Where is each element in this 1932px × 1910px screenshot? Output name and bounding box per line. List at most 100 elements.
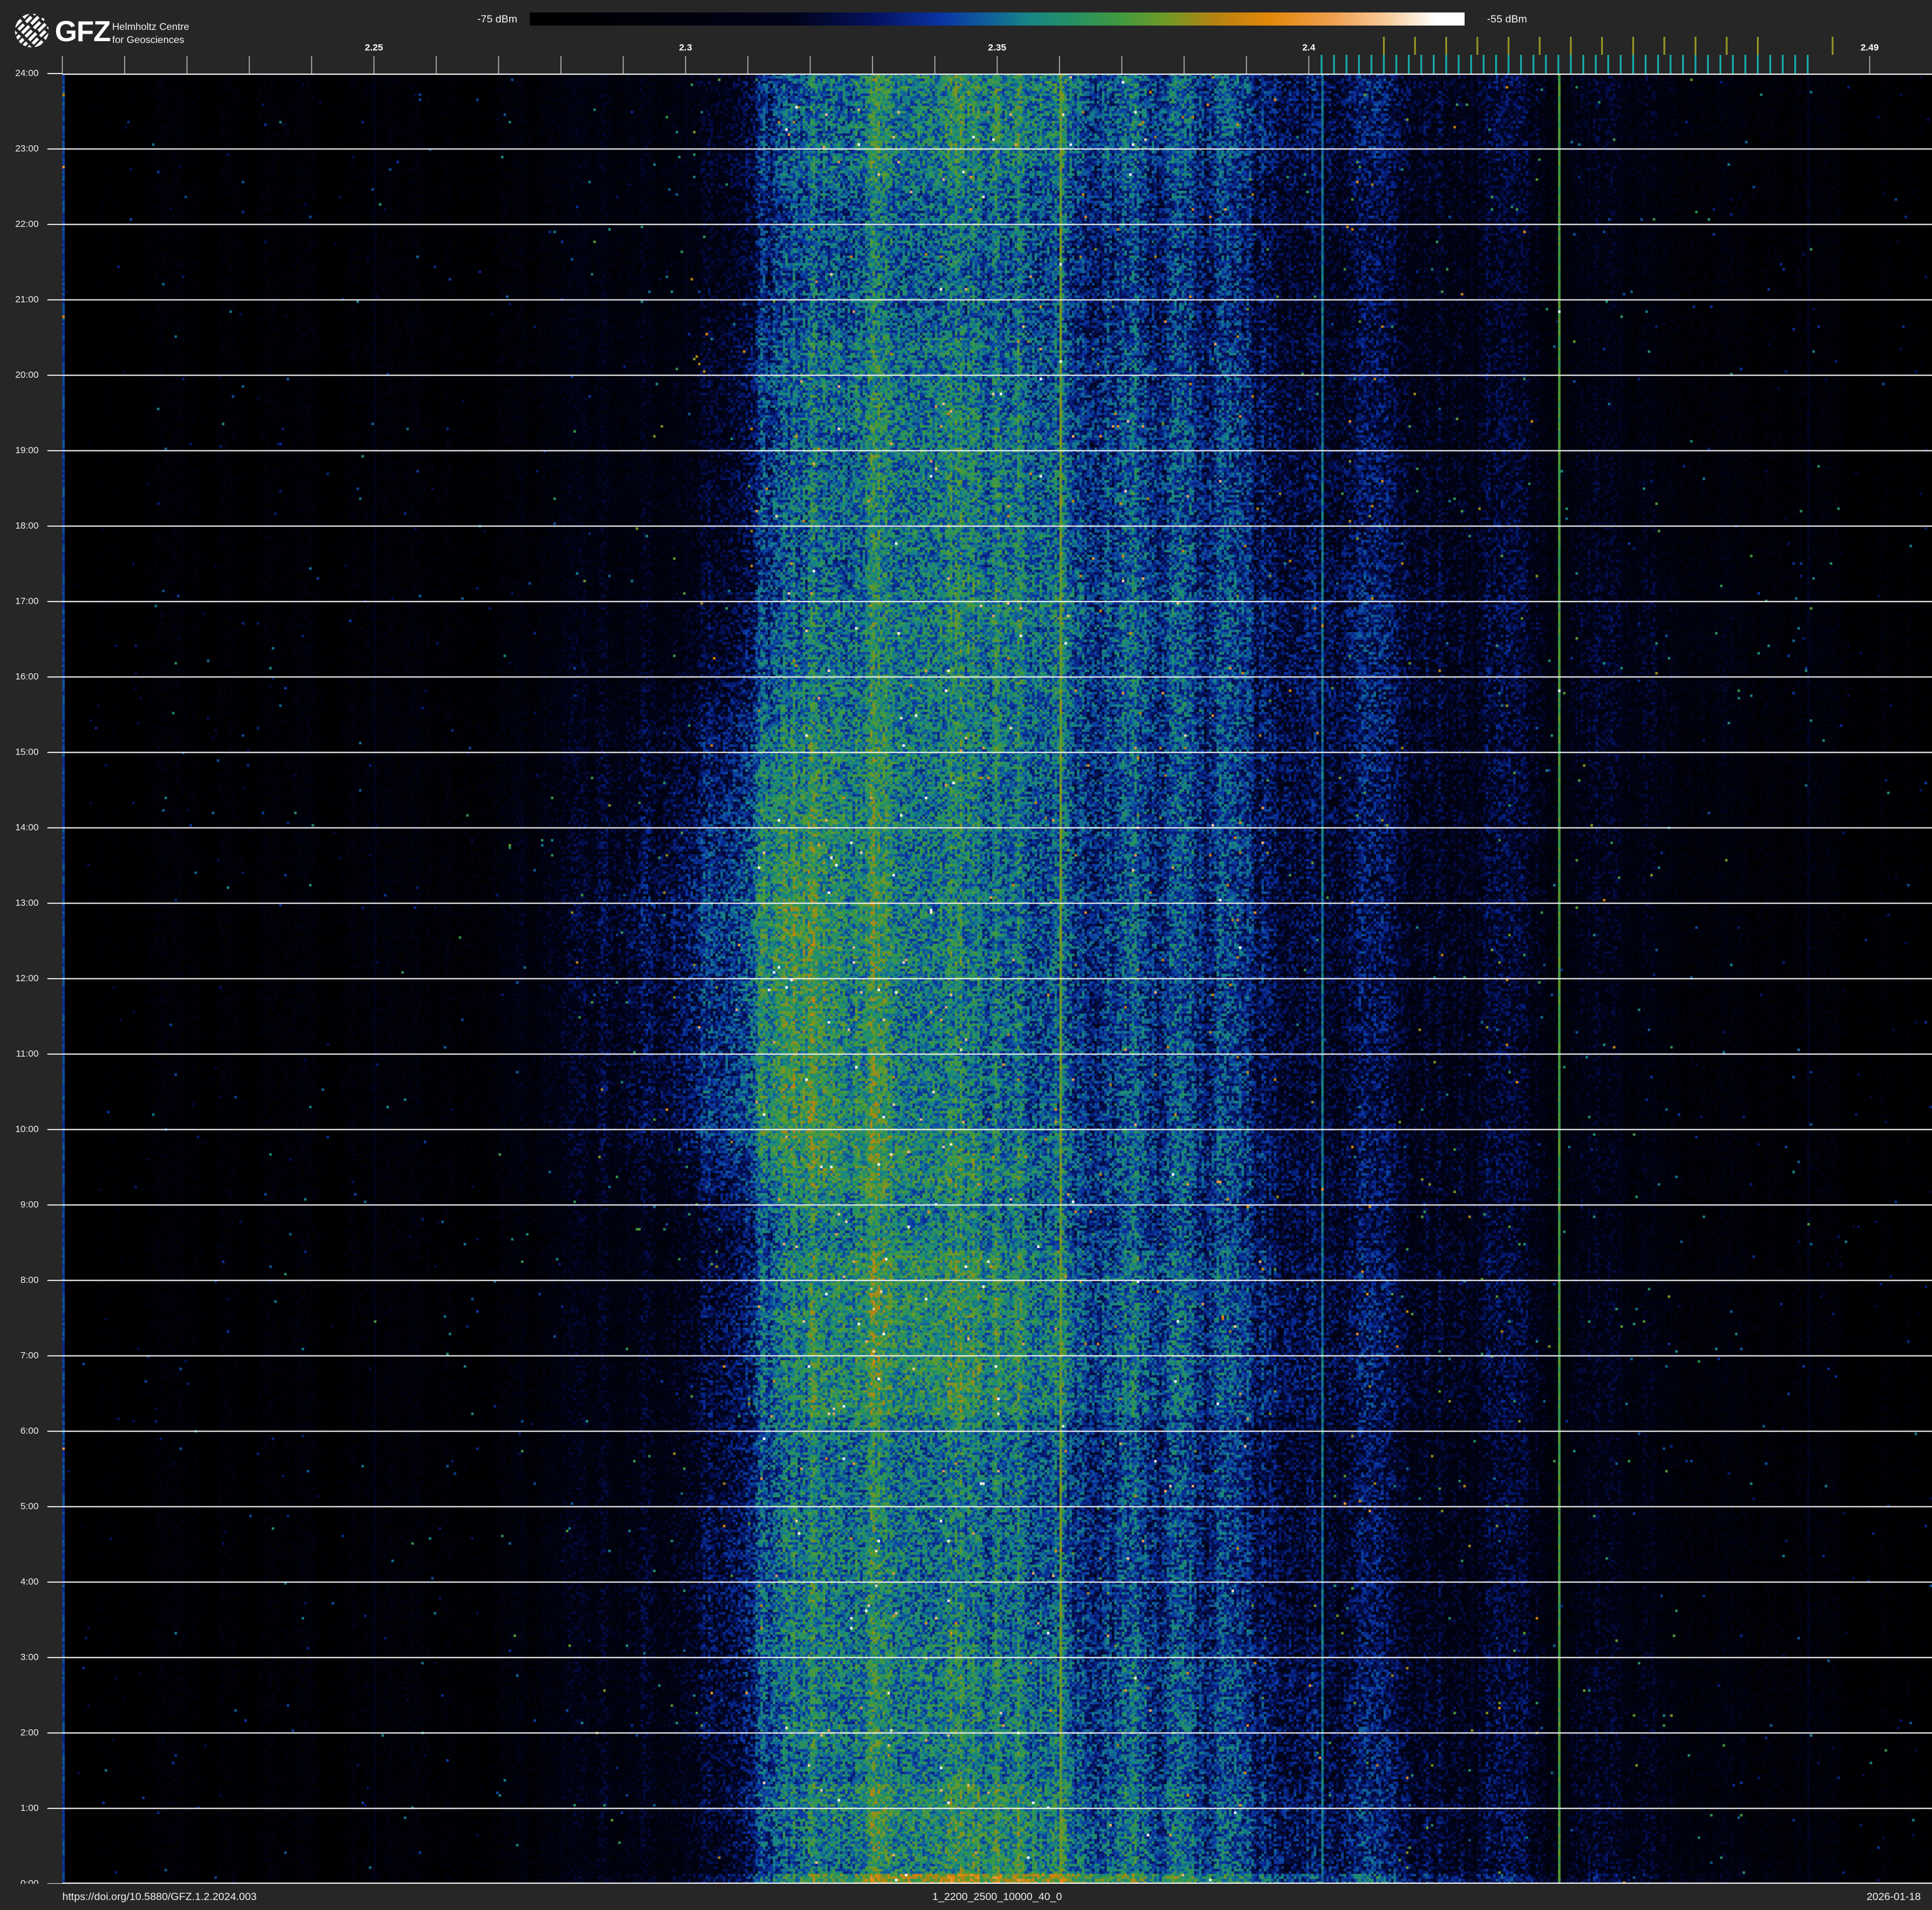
footer-bar: https://doi.org/10.5880/GFZ.1.2.2024.003… — [0, 1884, 1932, 1910]
spectrogram-canvas — [62, 74, 1932, 1884]
time-axis-label: 9:00 — [0, 1198, 39, 1212]
wifi-channel-tick — [1601, 37, 1603, 55]
ble-channel-tick — [1358, 55, 1360, 74]
wifi-channel-tick — [1757, 37, 1759, 55]
time-axis-tick — [47, 903, 62, 904]
time-axis-label: 22:00 — [0, 218, 39, 231]
freq-tick-minor — [1121, 56, 1122, 74]
time-axis-tick — [47, 148, 62, 150]
time-axis-label: 4:00 — [0, 1575, 39, 1589]
time-axis-label: 17:00 — [0, 595, 39, 608]
ble-channel-tick — [1607, 55, 1609, 74]
ble-channel-tick — [1695, 55, 1696, 74]
freq-tick-minor — [872, 56, 873, 74]
freq-tick-minor — [685, 56, 686, 74]
freq-axis-label: 2.25 — [365, 41, 383, 55]
time-axis-tick — [47, 1280, 62, 1281]
time-axis-tick — [47, 299, 62, 300]
ble-channel-tick — [1794, 55, 1796, 74]
ble-channel-tick — [1333, 55, 1335, 74]
time-axis-label: 1:00 — [0, 1802, 39, 1815]
ble-channel-tick — [1632, 55, 1634, 74]
wifi-channel-tick — [1476, 37, 1478, 55]
time-axis-tick — [47, 1431, 62, 1432]
time-axis-label: 18:00 — [0, 519, 39, 533]
time-axis-tick — [47, 1053, 62, 1055]
freq-tick-minor — [1184, 56, 1185, 74]
time-axis-label: 15:00 — [0, 746, 39, 759]
ble-channel-tick — [1657, 55, 1659, 74]
freq-tick-minor — [560, 56, 562, 74]
ble-channel-tick — [1321, 55, 1322, 74]
freq-tick-minor — [436, 56, 437, 74]
freq-tick-minor — [1059, 56, 1060, 74]
ble-channel-tick — [1445, 55, 1447, 74]
freq-axis-label: 2.4 — [1303, 41, 1316, 55]
ble-channel-tick — [1520, 55, 1522, 74]
ble-channel-tick — [1707, 55, 1709, 74]
time-axis-label: 23:00 — [0, 142, 39, 156]
footer-doi-link[interactable]: https://doi.org/10.5880/GFZ.1.2.2024.003 — [62, 1884, 257, 1910]
time-axis-tick — [47, 978, 62, 979]
time-axis-tick — [47, 1808, 62, 1809]
time-axis-tick — [47, 752, 62, 753]
time-axis-label: 5:00 — [0, 1500, 39, 1514]
time-axis-tick — [47, 601, 62, 602]
time-axis-tick — [47, 1204, 62, 1206]
ble-channel-tick — [1570, 55, 1572, 74]
ble-channel-tick — [1557, 55, 1559, 74]
ble-channel-tick — [1807, 55, 1809, 74]
ble-channel-tick — [1757, 55, 1759, 74]
freq-axis-label: 2.35 — [988, 41, 1006, 55]
freq-tick-minor — [1869, 56, 1870, 74]
wifi-channel-tick — [1570, 37, 1572, 55]
ble-channel-tick — [1370, 55, 1372, 74]
ble-channel-tick — [1645, 55, 1647, 74]
wifi-channel-tick — [1726, 37, 1728, 55]
freq-axis-label: 2.49 — [1860, 41, 1878, 55]
ble-channel-tick — [1470, 55, 1472, 74]
ble-channel-tick — [1732, 55, 1734, 74]
time-axis-tick — [47, 1581, 62, 1583]
time-axis-label: 11:00 — [0, 1047, 39, 1061]
time-axis-label: 24:00 — [0, 67, 39, 80]
time-axis-label: 7:00 — [0, 1349, 39, 1363]
time-axis-label: 14:00 — [0, 821, 39, 835]
time-axis-label: 2:00 — [0, 1726, 39, 1740]
freq-tick-minor — [997, 56, 998, 74]
ble-channel-tick — [1433, 55, 1435, 74]
wifi-channel-tick — [1663, 37, 1665, 55]
wifi-channel-tick — [1445, 37, 1447, 55]
ble-channel-tick — [1420, 55, 1422, 74]
time-axis-tick — [47, 1506, 62, 1507]
ble-channel-tick — [1508, 55, 1509, 74]
spectrogram-page: GFZ Helmholtz Centre for Geosciences -75… — [0, 0, 1932, 1910]
time-axis-label: 3:00 — [0, 1651, 39, 1664]
ble-channel-tick — [1744, 55, 1746, 74]
time-axis-label: 21:00 — [0, 293, 39, 307]
freq-axis-label: 2.3 — [679, 41, 692, 55]
freq-tick-minor — [810, 56, 811, 74]
freq-tick-minor — [124, 56, 125, 74]
freq-tick-minor — [1308, 56, 1309, 74]
ble-channel-tick — [1582, 55, 1584, 74]
time-axis-tick — [47, 827, 62, 828]
freq-tick-minor — [373, 56, 375, 74]
time-axis-label: 16:00 — [0, 670, 39, 684]
ble-channel-tick — [1346, 55, 1347, 74]
ble-channel-tick — [1395, 55, 1397, 74]
wifi-channel-tick — [1632, 37, 1634, 55]
footer-dataset-name: 1_2200_2500_10000_40_0 — [932, 1884, 1062, 1910]
time-axis-label: 19:00 — [0, 444, 39, 458]
ble-channel-tick — [1670, 55, 1671, 74]
time-axis-tick — [47, 450, 62, 451]
time-axis-tick — [47, 73, 62, 74]
time-axis-label: 10:00 — [0, 1123, 39, 1136]
freq-tick-minor — [934, 56, 935, 74]
time-axis-tick — [47, 676, 62, 678]
time-axis-tick — [47, 1657, 62, 1658]
time-axis-tick — [47, 525, 62, 527]
wifi-channel-tick — [1508, 37, 1509, 55]
time-axis-tick — [47, 1129, 62, 1130]
wifi-channel-tick — [1539, 37, 1541, 55]
